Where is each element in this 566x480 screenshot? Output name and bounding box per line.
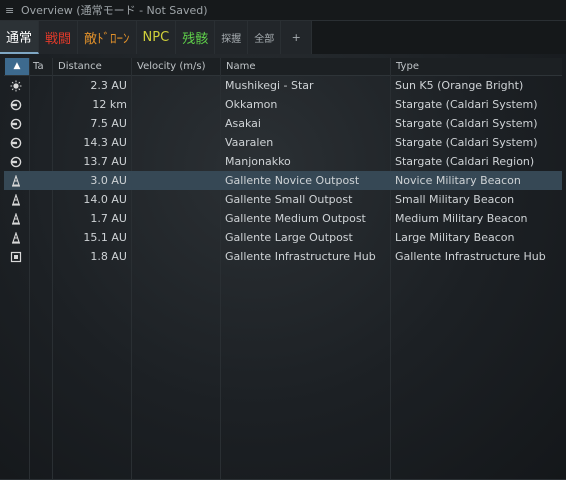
name-cell: Vaaralen — [225, 136, 274, 149]
distance-cell: 12 km — [92, 98, 127, 111]
stargate-icon — [6, 114, 26, 133]
type-cell: Stargate (Caldari System) — [395, 98, 538, 111]
type-cell: Stargate (Caldari Region) — [395, 155, 535, 168]
table-row[interactable]: 7.5 AU Asakai Stargate (Caldari System) — [4, 114, 562, 133]
type-cell: Sun K5 (Orange Bright) — [395, 79, 524, 92]
tab-bar-filler — [312, 21, 566, 54]
add-tab-button[interactable]: + — [281, 21, 313, 54]
table-row[interactable]: 2.3 AU Mushikegi - Star Sun K5 (Orange Bri… — [4, 76, 562, 95]
overview-tab[interactable]: 通常 — [0, 21, 40, 54]
table-row[interactable]: 1.7 AU Gallente Medium Outpost Medium Mili… — [4, 209, 562, 228]
distance-cell: 3.0 AU — [90, 174, 127, 187]
sort-arrow-icon[interactable]: ▲ — [5, 58, 29, 75]
overview-tab[interactable]: 残骸 — [176, 21, 216, 54]
type-cell: Novice Military Beacon — [395, 174, 521, 187]
name-cell: Gallente Medium Outpost — [225, 212, 366, 225]
table-row[interactable]: 14.0 AU Gallente Small Outpost Small Milit… — [4, 190, 562, 209]
type-cell: Small Military Beacon — [395, 193, 515, 206]
column-header-row: ▲ Ta Distance Velocity (m/s) Name Type — [4, 58, 562, 76]
distance-cell: 14.0 AU — [83, 193, 127, 206]
overview-tab[interactable]: 探握 — [215, 21, 249, 54]
name-cell: Manjonakko — [225, 155, 291, 168]
type-cell: Medium Military Beacon — [395, 212, 528, 225]
column-header-velocity[interactable]: Velocity (m/s) — [134, 58, 222, 75]
overview-tab[interactable]: 戦闘 — [39, 21, 79, 54]
table-row[interactable]: 14.3 AU Vaaralen Stargate (Caldari System) — [4, 133, 562, 152]
name-cell: Okkamon — [225, 98, 278, 111]
hamburger-icon[interactable]: ≡ — [0, 4, 21, 17]
column-header-name[interactable]: Name — [223, 58, 391, 75]
stargate-icon — [6, 95, 26, 114]
overview-list: 2.3 AU Mushikegi - Star Sun K5 (Orange Bri… — [4, 76, 562, 266]
table-row[interactable]: 12 km Okkamon Stargate (Caldari System) — [4, 95, 562, 114]
distance-cell: 1.7 AU — [90, 212, 127, 225]
name-cell: Gallente Novice Outpost — [225, 174, 360, 187]
overview-tabs: 通常 戦闘 敵ﾄﾞﾛｰﾝ NPC 残骸 探握 全部 + — [0, 21, 566, 54]
name-cell: Gallente Small Outpost — [225, 193, 353, 206]
overview-tab[interactable]: 敵ﾄﾞﾛｰﾝ — [78, 21, 137, 54]
beacon-icon — [6, 228, 26, 247]
column-header-tag[interactable]: Ta — [30, 58, 52, 75]
type-cell: Gallente Infrastructure Hub — [395, 250, 546, 263]
column-header-distance[interactable]: Distance — [55, 58, 135, 75]
distance-cell: 1.8 AU — [90, 250, 127, 263]
distance-cell: 14.3 AU — [83, 136, 127, 149]
overview-window: ≡ Overview (通常モード - Not Saved) 通常 戦闘 敵ﾄﾞﾛｰ… — [0, 0, 566, 480]
column-header-type[interactable]: Type — [393, 58, 561, 75]
beacon-icon — [6, 209, 26, 228]
distance-cell: 15.1 AU — [83, 231, 127, 244]
title-bar[interactable]: ≡ Overview (通常モード - Not Saved) — [0, 0, 566, 21]
beacon-icon — [6, 171, 26, 190]
table-row[interactable]: 1.8 AU Gallente Infrastructure Hub Gallent… — [4, 247, 562, 266]
name-cell: Asakai — [225, 117, 261, 130]
type-cell: Large Military Beacon — [395, 231, 515, 244]
distance-cell: 13.7 AU — [83, 155, 127, 168]
distance-cell: 7.5 AU — [90, 117, 127, 130]
name-cell: Gallente Large Outpost — [225, 231, 353, 244]
distance-cell: 2.3 AU — [90, 79, 127, 92]
stargate-icon — [6, 152, 26, 171]
beacon-icon — [6, 190, 26, 209]
overview-tab[interactable]: 全部 — [248, 21, 282, 54]
sun-icon — [6, 76, 26, 95]
type-cell: Stargate (Caldari System) — [395, 136, 538, 149]
table-row[interactable]: 13.7 AU Manjonakko Stargate (Caldari Regio… — [4, 152, 562, 171]
table-row[interactable]: 15.1 AU Gallente Large Outpost Large Milit… — [4, 228, 562, 247]
table-row[interactable]: 3.0 AU Gallente Novice Outpost Novice Mili… — [4, 171, 562, 190]
overview-tab[interactable]: NPC — [136, 21, 177, 54]
name-cell: Gallente Infrastructure Hub — [225, 250, 376, 263]
stargate-icon — [6, 133, 26, 152]
window-title: Overview (通常モード - Not Saved) — [21, 4, 208, 17]
name-cell: Mushikegi - Star — [225, 79, 314, 92]
infrastructure-hub-icon — [6, 247, 26, 266]
type-cell: Stargate (Caldari System) — [395, 117, 538, 130]
